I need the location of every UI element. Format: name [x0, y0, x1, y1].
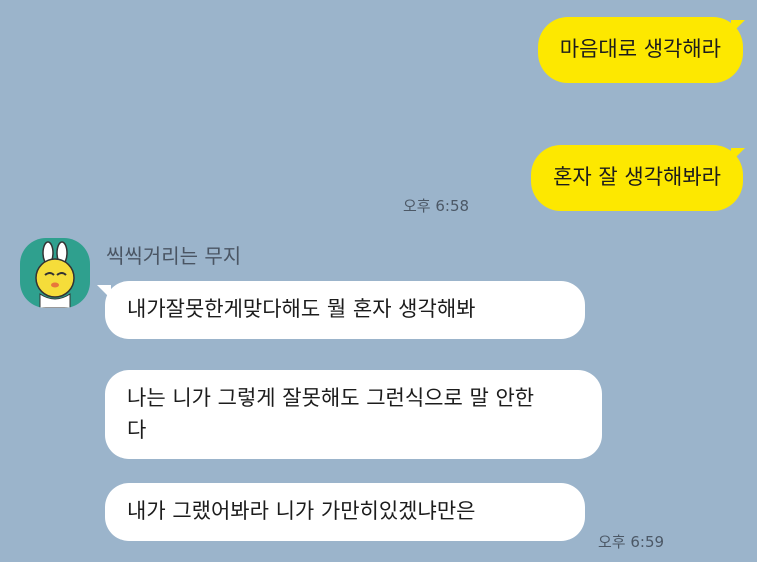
message-text: 내가잘못한게맞다해도 뭘 혼자 생각해봐 [127, 297, 476, 321]
message-timestamp: 오후 6:59 [598, 533, 665, 551]
bubble-tail [731, 148, 745, 162]
my-message-bubble[interactable]: 마음대로 생각해라 [537, 17, 743, 83]
muzi-character-icon [35, 241, 75, 308]
message-timestamp: 오후 6:58 [403, 197, 470, 215]
my-message-bubble[interactable]: 혼자 잘 생각해봐라 [531, 145, 743, 211]
message-text: 나는 니가 그렇게 잘못해도 그런식으로 말 안한다 [127, 386, 535, 442]
their-message-bubble[interactable]: 내가잘못한게맞다해도 뭘 혼자 생각해봐 [105, 281, 585, 339]
sender-name: 씩씩거리는 무지 [106, 244, 242, 268]
their-message-bubble[interactable]: 내가 그랬어봐라 니가 가만히있겠냐만은 [105, 483, 585, 541]
sender-avatar[interactable] [20, 238, 90, 308]
message-text: 내가 그랬어봐라 니가 가만히있겠냐만은 [127, 499, 476, 523]
their-message-bubble[interactable]: 나는 니가 그렇게 잘못해도 그런식으로 말 안한다 [105, 370, 602, 459]
message-text: 마음대로 생각해라 [559, 37, 721, 61]
bubble-tail [731, 20, 745, 34]
message-text: 혼자 잘 생각해봐라 [553, 165, 721, 189]
